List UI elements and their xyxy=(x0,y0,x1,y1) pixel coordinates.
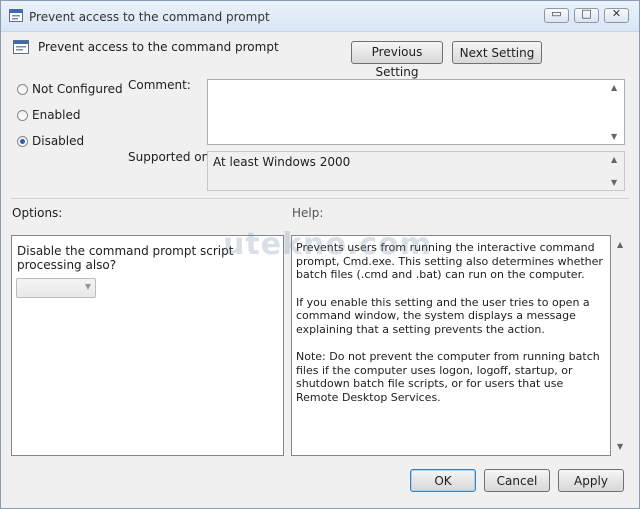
close-icon: ✕ xyxy=(611,7,622,20)
radio-label: Not Configured xyxy=(32,82,123,96)
scroll-up-icon[interactable]: ▲ xyxy=(611,83,617,92)
scroll-down-icon[interactable]: ▼ xyxy=(617,442,623,451)
maximize-icon: □ xyxy=(581,7,592,20)
scroll-up-icon[interactable]: ▲ xyxy=(611,155,617,164)
options-panel: Disable the command prompt script proces… xyxy=(11,235,284,456)
supported-on-field: At least Windows 2000 ▲ ▼ xyxy=(207,151,625,191)
help-paragraph: If you enable this setting and the user … xyxy=(296,295,590,336)
policy-icon xyxy=(9,9,23,22)
supported-on-value: At least Windows 2000 xyxy=(213,155,351,169)
options-dropdown[interactable]: ▼ xyxy=(16,278,96,298)
cancel-button[interactable]: Cancel xyxy=(484,469,550,492)
scroll-down-icon[interactable]: ▼ xyxy=(611,132,617,141)
ok-button[interactable]: OK xyxy=(410,469,476,492)
policy-icon xyxy=(13,40,29,54)
apply-button[interactable]: Apply xyxy=(558,469,624,492)
help-scrollbar[interactable]: ▲ ▼ xyxy=(613,235,629,456)
title-bar: Prevent access to the command prompt ▭ □… xyxy=(1,1,639,32)
previous-setting-button[interactable]: Previous Setting xyxy=(351,41,443,79)
options-item-text: Disable the command prompt script proces… xyxy=(17,244,234,272)
dropdown-arrow-icon: ▼ xyxy=(84,282,91,291)
options-label: Options: xyxy=(12,206,63,220)
comment-field[interactable]: ▲ ▼ xyxy=(207,79,625,145)
help-panel: Prevents users from running the interact… xyxy=(291,235,611,456)
policy-dialog: Prevent access to the command prompt ▭ □… xyxy=(0,0,640,509)
comment-label: Comment: xyxy=(128,78,191,92)
radio-label: Enabled xyxy=(32,108,81,122)
window-title: Prevent access to the command prompt xyxy=(29,10,270,24)
radio-indicator[interactable] xyxy=(17,136,28,147)
help-paragraph: Note: Do not prevent the computer from r… xyxy=(296,350,600,404)
radio-indicator[interactable] xyxy=(17,110,28,121)
setting-name: Prevent access to the command prompt xyxy=(38,40,279,54)
maximize-button[interactable]: □ xyxy=(574,7,599,23)
radio-indicator[interactable] xyxy=(17,84,28,95)
section-divider xyxy=(11,198,629,199)
help-label: Help: xyxy=(292,206,324,220)
scroll-up-icon[interactable]: ▲ xyxy=(617,240,623,249)
supported-on-label: Supported on: xyxy=(128,150,214,164)
minimize-icon: ▭ xyxy=(551,7,562,20)
minimize-button[interactable]: ▭ xyxy=(544,7,569,23)
help-paragraph: Prevents users from running the interact… xyxy=(296,241,603,281)
supported-scrollbar[interactable]: ▲ ▼ xyxy=(607,152,624,190)
close-button[interactable]: ✕ xyxy=(604,7,629,23)
next-setting-button[interactable]: Next Setting xyxy=(452,41,542,64)
help-text: Prevents users from running the interact… xyxy=(296,241,606,418)
scroll-down-icon[interactable]: ▼ xyxy=(611,178,617,187)
radio-label: Disabled xyxy=(32,134,85,148)
comment-scrollbar[interactable]: ▲ ▼ xyxy=(607,80,624,144)
